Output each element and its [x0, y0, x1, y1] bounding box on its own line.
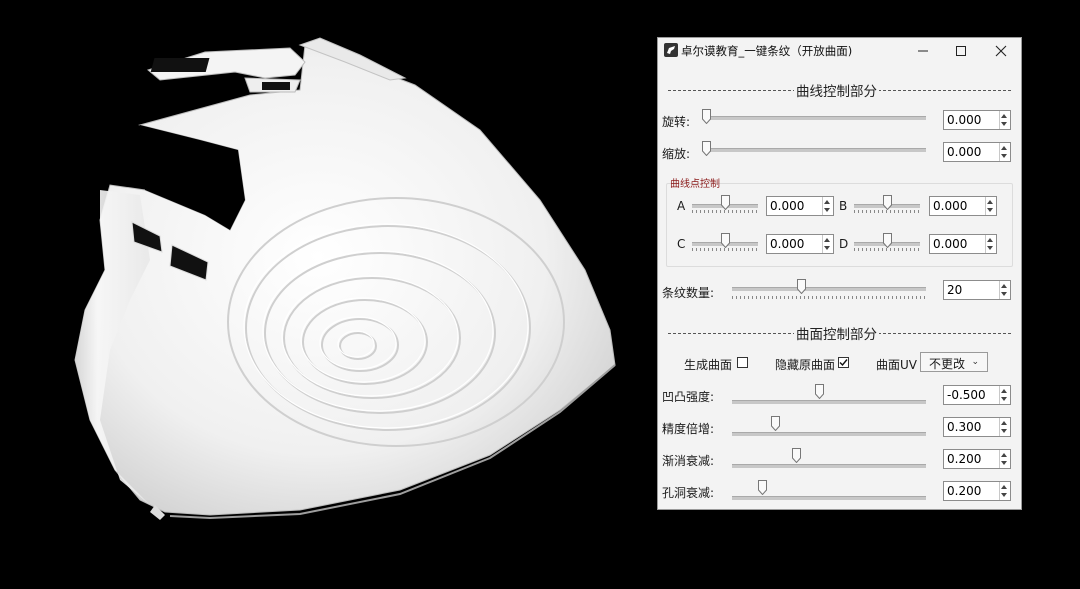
stripe-count-spin-arrows[interactable] [999, 281, 1010, 299]
precision-spinbox[interactable]: 0.300 [943, 417, 1011, 437]
surface-uv-label: 曲面UV [876, 358, 917, 372]
title-bar[interactable]: 卓尔谟教育_一键条纹（开放曲面) [658, 38, 1021, 64]
precision-spin-arrows[interactable] [999, 418, 1010, 436]
window-title: 卓尔谟教育_一键条纹（开放曲面) [681, 44, 853, 58]
rotate-label: 旋转: [662, 115, 691, 129]
point-c-slider-ticks [692, 248, 758, 251]
bump-spin-arrows[interactable] [999, 386, 1010, 404]
point-b-spin-arrows[interactable] [985, 197, 996, 215]
precision-slider-thumb[interactable] [771, 416, 780, 431]
maximize-button[interactable] [941, 38, 981, 64]
surface-uv-dropdown[interactable]: 不更改 ⌄ [920, 352, 988, 372]
chevron-down-icon: ⌄ [971, 357, 979, 367]
scale-slider-track[interactable] [704, 148, 926, 152]
point-b-spinbox[interactable]: 0.000 [929, 196, 997, 216]
point-a-spin-arrows[interactable] [822, 197, 833, 215]
fade-label: 渐消衰减: [662, 454, 715, 468]
precision-slider-track[interactable] [732, 432, 926, 436]
point-b-label: B [839, 199, 848, 213]
fade-spin-arrows[interactable] [999, 450, 1010, 468]
precision-label: 精度倍增: [662, 422, 715, 436]
point-d-slider-thumb[interactable] [883, 233, 892, 248]
point-b-slider-ticks [854, 210, 920, 213]
curve-section-header: 曲线控制部分 [794, 80, 879, 100]
generate-surface-checkbox[interactable] [737, 357, 748, 368]
surface-section-header: 曲面控制部分 [794, 323, 879, 343]
scale-slider-thumb[interactable] [702, 141, 711, 156]
shell-model-render [74, 37, 616, 520]
point-d-spin-arrows[interactable] [985, 235, 996, 253]
hole-fade-label: 孔洞衰减: [662, 486, 715, 500]
rotate-slider-thumb[interactable] [702, 109, 711, 124]
point-c-spinbox[interactable]: 0.000 [766, 234, 834, 254]
hole-fade-slider-track[interactable] [732, 496, 926, 500]
rotate-spinbox[interactable]: 0.000 [943, 110, 1011, 130]
bump-slider-thumb[interactable] [815, 384, 824, 399]
curve-points-group-title: 曲线点控制 [670, 179, 720, 190]
fade-spinbox[interactable]: 0.200 [943, 449, 1011, 469]
point-a-label: A [677, 199, 686, 213]
rhino-icon [664, 43, 678, 57]
bump-slider-track[interactable] [732, 400, 926, 404]
minimize-icon [918, 50, 928, 52]
stripe-count-slider-thumb[interactable] [797, 279, 806, 294]
point-a-slider-ticks [692, 210, 758, 213]
fade-slider-thumb[interactable] [792, 448, 801, 463]
stripe-count-slider-track[interactable] [732, 287, 926, 291]
hide-original-checkbox[interactable] [838, 357, 849, 368]
bump-label: 凹凸强度: [662, 390, 715, 404]
fade-slider-track[interactable] [732, 464, 926, 468]
hole-fade-spin-arrows[interactable] [999, 482, 1010, 500]
close-icon [995, 45, 1007, 57]
stripe-count-slider-ticks [732, 296, 926, 299]
scale-label: 缩放: [662, 147, 691, 161]
point-b-slider-thumb[interactable] [883, 195, 892, 210]
stripe-count-spinbox[interactable]: 20 [943, 280, 1011, 300]
point-c-label: C [677, 237, 686, 251]
point-a-spinbox[interactable]: 0.000 [766, 196, 834, 216]
point-d-slider-ticks [854, 248, 920, 251]
point-a-slider-thumb[interactable] [721, 195, 730, 210]
point-c-spin-arrows[interactable] [822, 235, 833, 253]
hide-original-label: 隐藏原曲面 [775, 358, 836, 372]
rotate-slider-track[interactable] [704, 116, 926, 120]
hole-fade-slider-thumb[interactable] [758, 480, 767, 495]
point-d-label: D [839, 237, 849, 251]
3d-viewport[interactable] [0, 0, 650, 586]
generate-surface-label: 生成曲面 [684, 358, 733, 372]
scale-spinbox[interactable]: 0.000 [943, 142, 1011, 162]
stripe-count-label: 条纹数量: [662, 286, 715, 300]
scale-spin-arrows[interactable] [999, 143, 1010, 161]
point-d-spinbox[interactable]: 0.000 [929, 234, 997, 254]
close-button[interactable] [981, 38, 1021, 64]
rotate-spin-arrows[interactable] [999, 111, 1010, 129]
minimize-button[interactable] [903, 38, 943, 64]
maximize-icon [956, 46, 966, 56]
hole-fade-spinbox[interactable]: 0.200 [943, 481, 1011, 501]
point-c-slider-thumb[interactable] [721, 233, 730, 248]
bump-spinbox[interactable]: -0.500 [943, 385, 1011, 405]
checkmark-icon [839, 359, 848, 367]
stripe-dialog: 卓尔谟教育_一键条纹（开放曲面) 曲线控制部分 旋转: 0.000 缩放: 0.… [657, 37, 1022, 510]
